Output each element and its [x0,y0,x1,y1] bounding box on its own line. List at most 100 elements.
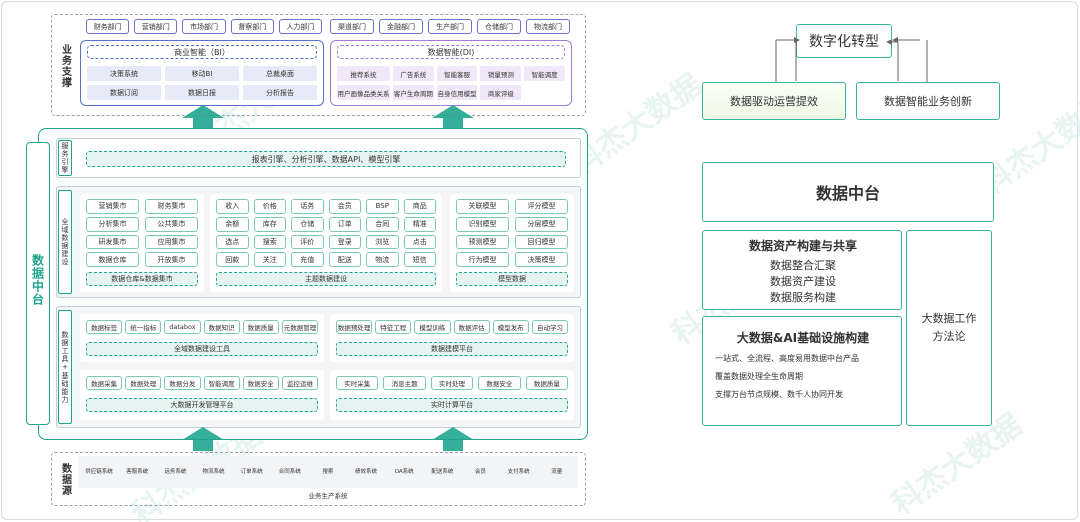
methodology-box: 大数据工作方法论 [906,230,992,426]
tools-title: 全域数据建设工具 [86,342,318,356]
topic-cell: 关注 [253,252,286,267]
topic-cell: 回款 [216,252,249,267]
tool-cell: 统一指标 [125,320,162,334]
model-cell: 识别模型 [456,216,509,232]
business-innovation-box: 数据智能业务创新 [856,82,1000,120]
tool-cell: 数据质量 [525,376,569,390]
data-source-item: OA系统 [394,468,414,475]
topic-cell: 配送 [328,252,361,267]
topic-cell: 充值 [291,252,324,267]
tool-cell: 数据处理 [125,376,162,390]
tool-cell: 数据采集 [86,376,123,390]
bi-items: 决策系统 移动BI 总裁桌面 数据订阅 数据日报 分析报告 [87,66,317,100]
tools-label: 数据工具+基础能力 [61,330,69,404]
department-tag: 生产部门 [428,19,472,34]
warehouse-panel: 营销集市 财务集市 分析集市 公共集市 研发集市 应用集市 数据仓库 开放集市 数据仓库&数据… [80,194,204,292]
data-source-item: 会员 [474,468,486,475]
up-arrow-icon [432,427,474,451]
tool-cell: 实时采集 [336,376,379,390]
di-item: 智能调度 [524,66,565,81]
model-cell: 预测模型 [456,234,509,250]
data-source-items: 供应链系统 客服系统 话务系统 物流系统 订单系统 合同系统 搜索 绩效系统 OA系统 配送系统 会… [80,458,576,486]
asset-title: 数据资产构建与共享 [748,239,857,253]
topic-cell: 搜索 [253,234,286,250]
department-tag: 金融部门 [379,19,423,34]
topic-cell: 话务 [291,199,324,214]
warehouse-cell: 财务集市 [145,199,198,214]
topic-cell: 价格 [253,199,286,214]
tools-cells: 数据采集 数据处理 数据分发 智能调度 数据安全 监控运维 [86,376,319,390]
department-tag: 财务部门 [86,19,130,34]
department-tag: 渠道部门 [330,19,374,34]
tools-panel-1: 数据标签 统一指标 databox 数据知识 数据质量 元数据管理 全域数据建设工具 [80,314,324,362]
data-source-item: 供应链系统 [85,468,113,475]
data-source-item: 绩效系统 [355,468,378,475]
tools-panel-2: 数据预处理 特征工程 模型训练 数据评估 模型发布 自动学习 数据建模平台 [330,314,574,362]
data-source-item: 支付系统 [507,468,530,475]
di-item: 销量预测 [480,66,522,81]
department-tag: 人力部门 [278,19,323,34]
warehouse-cell: 营销集市 [86,199,139,214]
arrow-left-icon [892,37,920,43]
model-cell: 评分模型 [515,199,568,214]
data-source-item: 合同系统 [278,468,301,475]
service-engine-content: 报表引擎、分析引擎、数据API、模型引擎 [86,151,566,167]
tool-cell: 消息主题 [383,376,426,390]
model-cell: 决策模型 [515,252,568,267]
business-support-label: 业务支撑 [59,44,71,88]
warehouse-cell: 应用集市 [145,234,198,250]
data-source-item: 物流系统 [202,468,225,475]
tool-cell: databox [164,320,201,334]
bi-panel: 商业智能（BI） 决策系统 移动BI 总裁桌面 数据订阅 数据日报 分析报告 [80,40,324,106]
warehouse-cells: 营销集市 财务集市 分析集市 公共集市 研发集市 应用集市 数据仓库 开放集市 [86,199,198,267]
topic-title: 主题数据建设 [216,272,436,286]
up-arrow-icon [432,105,474,129]
up-arrow-icon [182,427,224,451]
di-item: 自身信用模型 [436,85,478,100]
topic-cell: 浏览 [366,234,399,250]
topic-panel: 收入 价格 话务 会员 BSP 商品 余额 库存 仓储 订单 合同 精准 选点 搜索 评价 登录 浏览 点击 回款关… [210,194,442,292]
warehouse-title: 数据仓库&数据集市 [86,272,198,286]
topic-cell: 评价 [291,234,324,250]
di-title: 数据智能(DI) [337,45,565,59]
asset-line: 数据整合汇聚 [770,259,836,272]
topic-cell: 会员 [328,199,361,214]
model-title: 模型数据 [456,272,568,286]
methodology-text: 大数据工作方法论 [921,312,977,343]
data-source-item: 话务系统 [164,468,187,475]
bi-item: 决策系统 [87,66,161,81]
topic-cell: 登录 [328,234,361,250]
model-cells: 关联模型 评分模型 识别模型 分层模型 预测模型 回归模型 行为模型 决策模型 [456,199,568,267]
tool-cell: 特征工程 [375,320,412,334]
tools-cells: 数据标签 统一指标 databox 数据知识 数据质量 元数据管理 [86,320,319,334]
topic-cell: 订单 [328,216,361,232]
di-panel: 数据智能(DI) 推荐系统 广告系统 智能客服 销量预测 智能调度 用户画像品类关系 客户生… [330,40,572,106]
tools-title: 数据建模平台 [336,342,568,356]
tool-cell: 模型发布 [492,320,529,334]
tool-cell: 数据安全 [478,376,521,390]
service-engine-label: 服务引擎 [61,142,69,174]
topic-cell: 余额 [216,216,249,232]
tool-cell: 元数据管理 [281,320,319,334]
tools-cells: 数据预处理 特征工程 模型训练 数据评估 模型发布 自动学习 [336,320,569,334]
bi-item: 移动BI [165,66,239,81]
topic-cell: 合同 [366,216,399,232]
topic-cell: 选点 [216,234,249,250]
bi-item: 总裁桌面 [243,66,317,81]
department-tag: 市场部门 [182,19,226,34]
tool-cell: 数据知识 [203,320,240,334]
tools-panel-4: 实时采集 消息主题 实时处理 数据安全 数据质量 实时计算平台 [330,370,574,420]
data-source-label: 数据源 [59,462,71,496]
data-platform-box: 数据中台 [702,162,994,222]
department-tag: 营销部门 [134,19,178,34]
model-panel: 关联模型 评分模型 识别模型 分层模型 预测模型 回归模型 行为模型 决策模型 模型数据 [450,194,574,292]
tool-cell: 数据分发 [164,376,201,390]
topic-cell: 物流 [366,252,399,267]
global-data-label: 全域数据建设 [61,218,69,266]
di-item: 广告系统 [392,66,434,81]
di-item: 客户生命周期 [392,85,434,100]
tool-cell: 数据预处理 [336,320,373,334]
asset-line: 数据资产建设 [770,275,836,288]
model-cell: 关联模型 [456,199,509,214]
di-items: 推荐系统 广告系统 智能客服 销量预测 智能调度 用户画像品类关系 客户生命周期 自身信用模型… [337,66,565,100]
